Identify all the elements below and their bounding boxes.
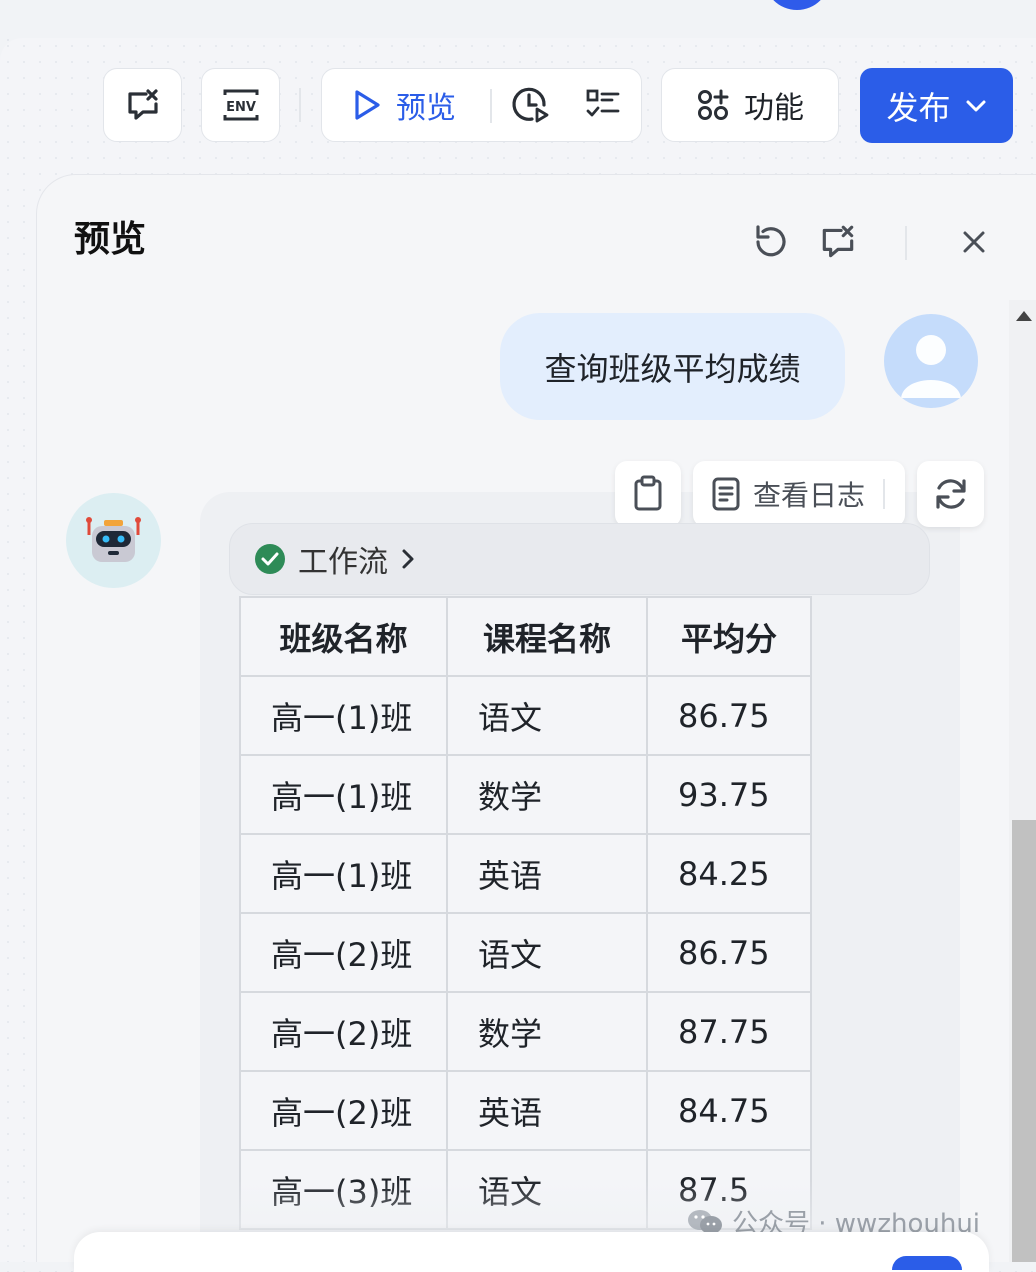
cell-class: 高一(1)班 (239, 675, 448, 756)
scroll-up-arrow[interactable] (1016, 311, 1032, 321)
bot-avatar (66, 493, 161, 588)
cell-class: 高一(3)班 (239, 1149, 448, 1230)
cell-average: 84.25 (646, 833, 812, 914)
cell-course: 语文 (446, 1149, 648, 1230)
cell-class: 高一(2)班 (239, 1070, 448, 1151)
cell-average: 86.75 (646, 912, 812, 993)
regenerate-icon (935, 479, 966, 509)
table-header-row: 班级名称 课程名称 平均分 (239, 596, 812, 677)
refresh-icon (756, 225, 786, 257)
cell-course: 语文 (446, 912, 648, 993)
cell-average: 87.75 (646, 991, 812, 1072)
table-row: 高一(2)班 英语 84.75 (239, 1070, 812, 1151)
chevron-right-icon (402, 549, 414, 569)
cell-course: 英语 (446, 1070, 648, 1151)
action-divider (883, 479, 886, 509)
cell-average: 93.75 (646, 754, 812, 835)
chat-input[interactable] (74, 1232, 989, 1272)
user-avatar (884, 314, 978, 408)
top-strip (0, 0, 1036, 38)
publish-label: 发布 (886, 88, 951, 127)
preview-label: 预览 (396, 91, 456, 126)
column-header-course: 课程名称 (446, 596, 648, 677)
features-icon (698, 89, 729, 120)
log-icon (712, 477, 740, 511)
header-divider (905, 226, 907, 260)
workflow-status[interactable]: 工作流 (229, 523, 930, 595)
cell-class: 高一(1)班 (239, 754, 448, 835)
debug-mode-button[interactable] (818, 222, 858, 262)
user-message: 查询班级平均成绩 (500, 313, 845, 420)
column-header-average: 平均分 (646, 596, 812, 677)
send-button[interactable] (892, 1256, 962, 1270)
debug-chat-icon (127, 89, 158, 120)
cell-class: 高一(2)班 (239, 912, 448, 993)
history-icon (512, 87, 549, 123)
cell-class: 高一(2)班 (239, 991, 448, 1072)
checklist-button[interactable] (584, 85, 622, 127)
robot-avatar-icon (86, 517, 141, 562)
panel-title: 预览 (74, 219, 147, 260)
env-icon: ENV (223, 89, 258, 121)
view-log-button[interactable]: 查看日志 (693, 461, 905, 527)
table-row: 高一(2)班 数学 87.75 (239, 991, 812, 1072)
scrollbar-thumb[interactable] (1012, 820, 1036, 1262)
close-button[interactable] (960, 228, 988, 256)
view-log-label: 查看日志 (753, 479, 866, 512)
restart-button[interactable] (750, 222, 790, 262)
cell-average: 84.75 (646, 1070, 812, 1151)
result-table: 班级名称 课程名称 平均分 高一(1)班 语文 86.75 高一(1)班 数学 … (239, 596, 812, 1230)
column-header-class: 班级名称 (239, 596, 448, 677)
play-icon (355, 90, 380, 120)
table-row: 高一(1)班 数学 93.75 (239, 754, 812, 835)
preview-button[interactable]: 预览 (352, 69, 456, 141)
workflow-label: 工作流 (298, 545, 388, 580)
table-row: 高一(1)班 语文 86.75 (239, 675, 812, 756)
close-icon (963, 231, 985, 253)
features-label: 功能 (744, 91, 804, 126)
chevron-down-icon (966, 100, 985, 111)
run-history-button[interactable] (510, 83, 552, 129)
cell-course: 英语 (446, 833, 648, 914)
copy-button[interactable] (615, 461, 681, 527)
clipboard-icon (634, 475, 662, 511)
publish-button[interactable]: 发布 (860, 68, 1013, 143)
debug-chat-button[interactable] (103, 68, 182, 142)
toolbar-divider (299, 88, 301, 122)
preview-group-divider (490, 89, 492, 123)
cell-class: 高一(1)班 (239, 833, 448, 914)
preview-group: 预览 (321, 68, 642, 142)
cell-course: 数学 (446, 991, 648, 1072)
regenerate-button[interactable] (917, 461, 984, 527)
table-row: 高一(2)班 语文 86.75 (239, 912, 812, 993)
table-row: 高一(1)班 英语 84.25 (239, 833, 812, 914)
user-avatar-icon (901, 335, 961, 398)
checklist-icon (586, 89, 620, 117)
svg-text:ENV: ENV (226, 100, 256, 115)
cell-course: 语文 (446, 675, 648, 756)
features-button[interactable]: 功能 (661, 68, 839, 142)
debug-chat-icon (822, 225, 854, 258)
cell-average: 86.75 (646, 675, 812, 756)
cell-course: 数学 (446, 754, 648, 835)
check-circle-icon (255, 544, 285, 574)
env-button[interactable]: ENV (201, 68, 280, 142)
